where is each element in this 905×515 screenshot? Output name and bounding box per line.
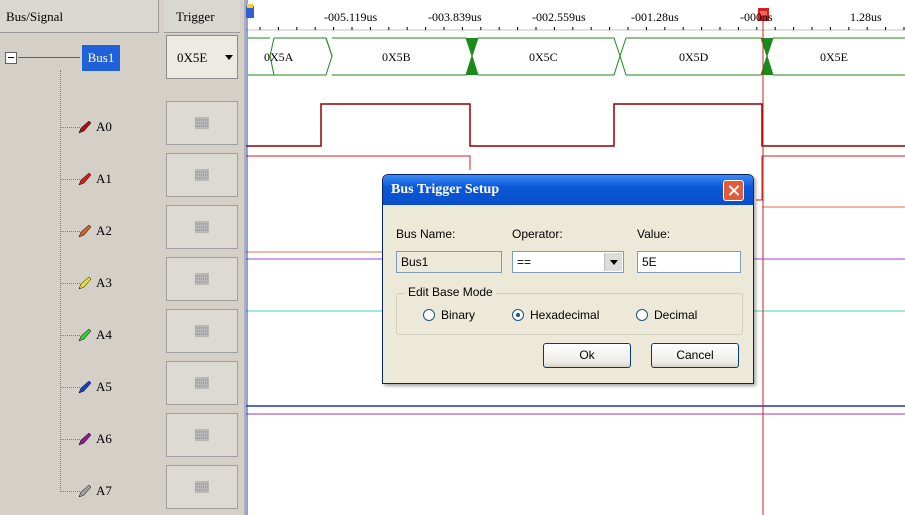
- tree-line: [60, 70, 61, 490]
- dialog-title: Bus Trigger Setup: [391, 182, 500, 197]
- pen-icon: [78, 484, 92, 498]
- tree-branch: [60, 491, 80, 492]
- tree-branch: [60, 439, 80, 440]
- pen-icon: [78, 380, 92, 394]
- radio-hexadecimal[interactable]: [512, 309, 524, 321]
- close-icon[interactable]: [723, 180, 744, 201]
- signal-label-a5[interactable]: A5: [96, 379, 112, 395]
- bus-value-label: 0X5E: [820, 50, 848, 64]
- cancel-button[interactable]: Cancel: [651, 343, 739, 368]
- ruler-tick-label: -005.119us: [324, 10, 378, 24]
- bus-value-label: 0X5A: [264, 50, 294, 64]
- trigger-panel: Trigger 0X5E: [160, 0, 246, 515]
- pen-icon: [78, 120, 92, 134]
- ruler-tick-label: -000ns: [740, 10, 773, 24]
- dont-care-pattern-icon: [195, 429, 209, 441]
- trigger-condition-button-a1[interactable]: [166, 153, 238, 197]
- trigger-condition-button-a0[interactable]: [166, 101, 238, 145]
- signal-label-a4[interactable]: A4: [96, 327, 112, 343]
- trigger-condition-button-a7[interactable]: [166, 465, 238, 509]
- radio-decimal[interactable]: [636, 309, 648, 321]
- bus-trigger-value: 0X5E: [177, 50, 208, 65]
- dont-care-pattern-icon: [195, 325, 209, 337]
- operator-field-label: Operator:: [512, 227, 563, 241]
- bus-value-label: 0X5C: [529, 50, 558, 64]
- tree-branch: [60, 335, 80, 336]
- tree-branch: [60, 387, 80, 388]
- trigger-header-label: Trigger: [176, 9, 215, 24]
- bus-lane: [248, 37, 905, 76]
- dont-care-pattern-icon: [195, 377, 209, 389]
- trigger-header[interactable]: Trigger: [164, 0, 240, 33]
- dont-care-pattern-icon: [195, 169, 209, 181]
- radio-binary-label[interactable]: Binary: [441, 308, 475, 322]
- pen-icon: [78, 224, 92, 238]
- value-field-label: Value:: [637, 227, 671, 241]
- pen-icon: [78, 172, 92, 186]
- bus-signal-header-label: Bus/Signal: [6, 9, 64, 24]
- trace-a0: [246, 103, 905, 147]
- chevron-down-icon[interactable]: [604, 253, 622, 271]
- ruler-ticks: [246, 27, 905, 31]
- radio-decimal-label[interactable]: Decimal: [654, 308, 697, 322]
- bus-name-label[interactable]: Bus1: [82, 45, 120, 71]
- collapse-icon[interactable]: [5, 52, 17, 64]
- trigger-condition-button-a2[interactable]: [166, 205, 238, 249]
- bus-trigger-setup-dialog: Bus Trigger Setup Bus Name: Operator: Va…: [382, 174, 754, 384]
- ok-button[interactable]: Ok: [543, 343, 631, 368]
- chevron-down-icon[interactable]: [225, 55, 233, 60]
- bus-value-label: 0X5D: [679, 50, 709, 64]
- tree-connector: [18, 57, 80, 58]
- ruler-tick-label: -002.559us: [532, 10, 586, 24]
- signal-label-a3[interactable]: A3: [96, 275, 112, 291]
- pen-icon: [78, 328, 92, 342]
- dont-care-pattern-icon: [195, 221, 209, 233]
- ruler-tick-label: 1.28us: [850, 10, 882, 24]
- radio-binary[interactable]: [423, 309, 435, 321]
- bus-signal-panel: Bus/Signal Bus1 A0 A1 A2 A3 A4 A5 A6 A7: [0, 0, 160, 515]
- tree-branch: [60, 179, 80, 180]
- signal-label-a7[interactable]: A7: [96, 483, 112, 499]
- signal-label-a1[interactable]: A1: [96, 171, 112, 187]
- signal-label-a0[interactable]: A0: [96, 119, 112, 135]
- trigger-condition-button-a5[interactable]: [166, 361, 238, 405]
- bus-name-field: Bus1: [396, 251, 502, 273]
- signal-label-a6[interactable]: A6: [96, 431, 112, 447]
- signal-label-a2[interactable]: A2: [96, 223, 112, 239]
- trigger-condition-button-a6[interactable]: [166, 413, 238, 457]
- bus-name-field-label: Bus Name:: [396, 227, 456, 241]
- ruler-tick-label: -001.28us: [631, 10, 679, 24]
- tree-branch: [60, 231, 80, 232]
- dont-care-pattern-icon: [195, 481, 209, 493]
- bus-value-label: 0X5B: [382, 50, 411, 64]
- bus-trigger-select[interactable]: 0X5E: [166, 35, 238, 79]
- operator-value: ==: [517, 255, 532, 269]
- pen-icon: [78, 276, 92, 290]
- bus-signal-header[interactable]: Bus/Signal: [0, 0, 159, 33]
- edit-base-mode-title: Edit Base Mode: [405, 285, 496, 299]
- pen-icon: [78, 432, 92, 446]
- tree-branch: [60, 283, 80, 284]
- tree-branch: [60, 127, 80, 128]
- value-input[interactable]: 5E: [637, 251, 741, 273]
- radio-hexadecimal-label[interactable]: Hexadecimal: [530, 308, 599, 322]
- trigger-condition-button-a3[interactable]: [166, 257, 238, 301]
- trigger-condition-button-a4[interactable]: [166, 309, 238, 353]
- ruler-tick-label: -003.839us: [428, 10, 482, 24]
- dialog-title-bar[interactable]: Bus Trigger Setup: [383, 175, 753, 205]
- dont-care-pattern-icon: [195, 273, 209, 285]
- trace-a1: [246, 155, 471, 170]
- dont-care-pattern-icon: [195, 117, 209, 129]
- operator-select[interactable]: ==: [512, 251, 624, 273]
